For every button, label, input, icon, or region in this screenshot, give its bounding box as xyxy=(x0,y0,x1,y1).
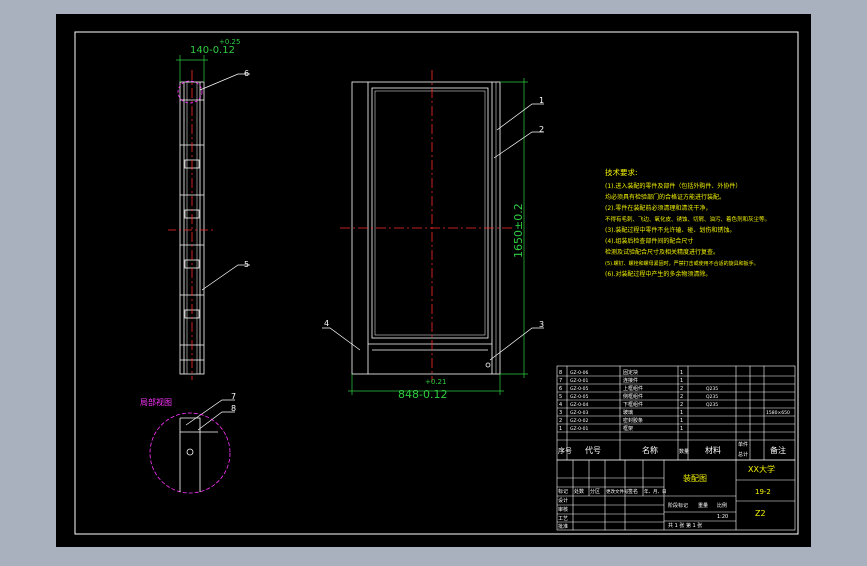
parts-cell-qty: 2 xyxy=(680,386,683,392)
parts-cell-code: GZ-0-06 xyxy=(570,370,588,376)
label-design: 设计 xyxy=(558,497,568,504)
tech-note-line-9: (6).对装配过程中产生的多余物须清除。 xyxy=(605,270,711,278)
balloon-5: 5 xyxy=(244,260,249,269)
parts-cell-qty: 1 xyxy=(680,410,683,416)
drawing-sheet xyxy=(56,14,811,547)
front-width-value: 848-0.12 xyxy=(398,388,447,401)
sheet-count: 共 1 张 第 1 张 xyxy=(668,522,702,529)
parts-cell-name: 下框组件 xyxy=(623,401,643,408)
parts-cell-code: GZ-0-04 xyxy=(570,402,588,408)
header-name: 名称 xyxy=(642,445,658,455)
parts-cell-material: Q235 xyxy=(706,402,718,408)
row-label-date: 年、月、日 xyxy=(644,488,667,495)
row-label-change-doc: 更改文件号 xyxy=(606,488,629,495)
row-label-signature: 签名 xyxy=(628,488,638,495)
front-width-tolerance: +0.21 xyxy=(425,378,446,386)
ratio-label: 比例 xyxy=(717,502,727,509)
balloon-1: 1 xyxy=(539,96,544,105)
parts-cell-name: 框架 xyxy=(623,425,633,432)
parts-cell-no: 4 xyxy=(559,402,562,408)
drawing-name: 装配图 xyxy=(683,473,707,483)
tech-note-line-3: (2).零件在装配前必须清理和清洗干净， xyxy=(605,204,711,212)
header-no: 序号 xyxy=(558,446,572,455)
parts-cell-qty: 1 xyxy=(680,378,683,384)
drawing-number: 19-2 xyxy=(755,488,771,496)
row-label-count: 处数 xyxy=(574,488,584,495)
parts-cell-code: GZ-0-01 xyxy=(570,378,588,384)
balloon-7: 7 xyxy=(231,392,236,401)
parts-cell-material: Q235 xyxy=(706,386,718,392)
parts-cell-no: 1 xyxy=(559,426,562,432)
school-name: XX大学 xyxy=(748,464,775,474)
balloon-6: 6 xyxy=(244,69,249,78)
row-label-mark: 标记 xyxy=(558,488,568,495)
cad-drawing-viewport[interactable]: +0.25 140-0.12 1650±0.2 +0.21 848-0.12 6… xyxy=(0,0,867,562)
balloon-4: 4 xyxy=(324,319,329,328)
parts-cell-name: 侧框组件 xyxy=(623,393,643,400)
parts-cell-no: 3 xyxy=(559,410,562,416)
parts-cell-qty: 2 xyxy=(680,402,683,408)
stage-label: 阶段标记 xyxy=(668,502,688,509)
parts-cell-name: 玻璃 xyxy=(623,409,633,416)
header-qty: 数量 xyxy=(679,448,689,455)
tech-note-line-8: (5).螺钉、螺栓和螺母紧固时，严禁打击或使用不合适的旋具和扳手。 xyxy=(605,260,759,267)
tech-note-line-5: (3).装配过程中零件不允许磕、碰、划伤和锈蚀。 xyxy=(605,226,735,234)
front-height-value: 1650±0.2 xyxy=(512,203,525,258)
header-code: 代号 xyxy=(585,445,601,455)
parts-cell-no: 7 xyxy=(559,378,562,384)
ratio-value: 1:20 xyxy=(717,514,728,520)
parts-cell-name: 连接件 xyxy=(623,377,638,384)
tech-note-line-2: 均必须具有检验部门的合格证方能进行装配。 xyxy=(605,193,725,201)
parts-cell-code: GZ-0-01 xyxy=(570,426,588,432)
parts-cell-qty: 1 xyxy=(680,426,683,432)
tech-notes-title: 技术要求: xyxy=(605,167,638,177)
parts-cell-name: 上框组件 xyxy=(623,385,643,392)
drawing-canvas: +0.25 140-0.12 1650±0.2 +0.21 848-0.12 6… xyxy=(0,0,867,562)
scale-code: Z2 xyxy=(755,509,766,518)
header-note: 备注 xyxy=(770,445,786,455)
parts-cell-no: 5 xyxy=(559,394,562,400)
parts-cell-qty: 2 xyxy=(680,394,683,400)
parts-cell-name: 密封胶条 xyxy=(623,417,643,424)
row-label-zone: 分区 xyxy=(590,488,600,495)
header-material: 材料 xyxy=(705,445,721,455)
parts-cell-no: 2 xyxy=(559,418,562,424)
label-review: 审核 xyxy=(558,506,568,513)
parts-cell-qty: 1 xyxy=(680,418,683,424)
balloon-3: 3 xyxy=(539,320,544,329)
parts-cell-note: 1580×650 xyxy=(766,410,790,416)
tech-note-line-7: 检测及试验配合尺寸及相关精度进行复查。 xyxy=(605,248,719,256)
label-approve: 批准 xyxy=(558,523,568,530)
detail-view-label: 局部视图 xyxy=(140,397,172,407)
side-width-value: 140-0.12 xyxy=(190,45,235,56)
balloon-2: 2 xyxy=(539,125,544,134)
parts-cell-code: GZ-0-02 xyxy=(570,418,588,424)
parts-cell-no: 6 xyxy=(559,386,562,392)
parts-cell-code: GZ-0-05 xyxy=(570,394,588,400)
parts-cell-no: 8 xyxy=(559,370,562,376)
balloon-8: 8 xyxy=(231,404,236,413)
header-unit: 单件 xyxy=(738,441,748,448)
parts-cell-material: Q235 xyxy=(706,394,718,400)
tech-note-line-4: 不得有毛刺、飞边、氧化皮、锈蚀、切屑、油污、着色剂和灰尘等。 xyxy=(605,215,770,223)
parts-cell-qty: 1 xyxy=(680,370,683,376)
header-total: 总计 xyxy=(738,451,748,458)
tech-note-line-6: (4).组装后检查部件间的配合尺寸 xyxy=(605,237,693,245)
weight-label: 重量 xyxy=(698,502,708,509)
parts-cell-code: GZ-0-03 xyxy=(570,410,588,416)
label-process: 工艺 xyxy=(558,516,568,522)
parts-cell-name: 固定块 xyxy=(623,369,638,376)
parts-cell-code: GZ-0-05 xyxy=(570,386,588,392)
tech-note-line-1: (1).进入装配的零件及部件（包括外购件、外协件） xyxy=(605,182,741,190)
